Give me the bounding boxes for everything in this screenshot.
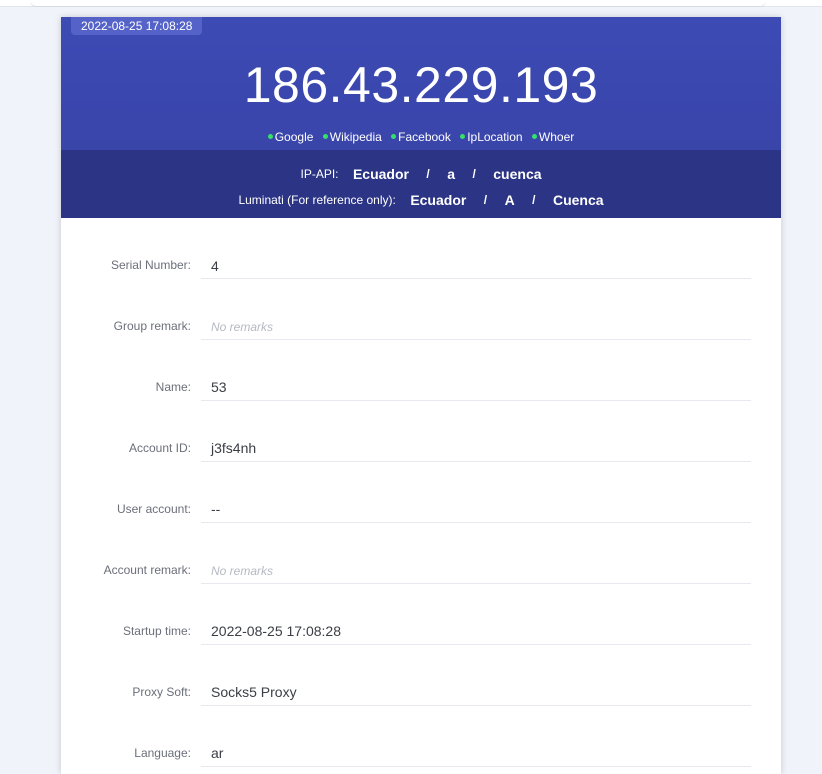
status-dot-icon [460,134,466,140]
luminati-country: Ecuador [410,191,467,208]
ip-address: 186.43.229.193 [243,57,599,113]
detail-label: Account ID: [128,441,191,455]
detail-label: Name: [155,380,191,394]
detail-value: -- [211,501,221,517]
ipapi-region: a [447,165,456,182]
detail-value: No remarks [211,564,274,578]
detail-row-account-id: Account ID: j3fs4nh [61,401,781,462]
detail-value: ar [211,745,224,761]
detail-value: No remarks [211,320,274,334]
detail-label: Group remark: [113,319,191,333]
ipapi-country: Ecuador [352,165,409,182]
detail-row-group-remark: Group remark: No remarks [61,279,781,340]
detail-value: j3fs4nh [211,440,257,456]
detail-row-startup-time: Startup time: 2022-08-25 17:08:28 [61,584,781,645]
check-links: Google Wikipedia Facebook IpLocation Who… [61,129,781,145]
detail-label: Account remark: [103,563,191,577]
detail-value: 2022-08-25 17:08:28 [211,623,341,639]
detail-label: Language: [134,746,191,760]
detail-row-account-remark: Account remark: No remarks [61,523,781,584]
detail-row-name: Name: 53 [61,340,781,401]
status-dot-icon [531,134,537,140]
iplocation-link[interactable]: IpLocation [460,129,523,145]
timestamp-badge: 2022-08-25 17:08:28 [71,17,203,35]
luminati-city: Cuenca [552,191,604,208]
luminati-region: A [504,191,515,208]
detail-value: 53 [211,379,227,395]
detail-row-serial-number: Serial Number: 4 [61,218,781,279]
ipapi-label: IP-API: [300,166,339,181]
google-link[interactable]: Google [267,129,313,145]
separator: / [483,192,488,207]
separator: / [472,166,476,181]
separator: / [532,192,536,207]
detail-label: User account: [116,502,191,516]
detail-row-proxy-soft: Proxy Soft: Socks5 Proxy [61,645,781,706]
wikipedia-link[interactable]: Wikipedia [322,129,382,145]
ip-detail-card: 2022-08-25 17:08:28 186.43.229.193 Googl… [61,17,781,774]
detail-row-language: Language: ar [61,706,781,767]
ipapi-location: IP-API: Ecuador / a / cuenca [61,165,781,183]
detail-label: Startup time: [122,624,191,638]
top-scroll-edge [0,0,822,7]
facebook-link[interactable]: Facebook [391,129,451,145]
detail-row-user-account: User account: -- [61,462,781,523]
detail-value: Socks5 Proxy [211,684,297,700]
detail-list: Serial Number: 4 Group remark: No remark… [61,218,781,767]
status-dot-icon [267,134,273,140]
status-dot-icon [391,134,397,140]
luminati-location: Luminati (For reference only): Ecuador /… [61,191,781,209]
geo-location-band: IP-API: Ecuador / a / cuenca Luminati (F… [61,150,781,218]
status-dot-icon [322,134,328,140]
detail-label: Proxy Soft: [132,685,191,699]
separator: / [426,166,430,181]
whoer-link[interactable]: Whoer [531,129,574,145]
detail-value: 4 [211,258,219,274]
detail-label: Serial Number: [110,258,191,272]
ip-hero: 2022-08-25 17:08:28 186.43.229.193 Googl… [61,17,781,150]
ipapi-city: cuenca [493,165,542,182]
luminati-label: Luminati (For reference only): [238,192,396,207]
